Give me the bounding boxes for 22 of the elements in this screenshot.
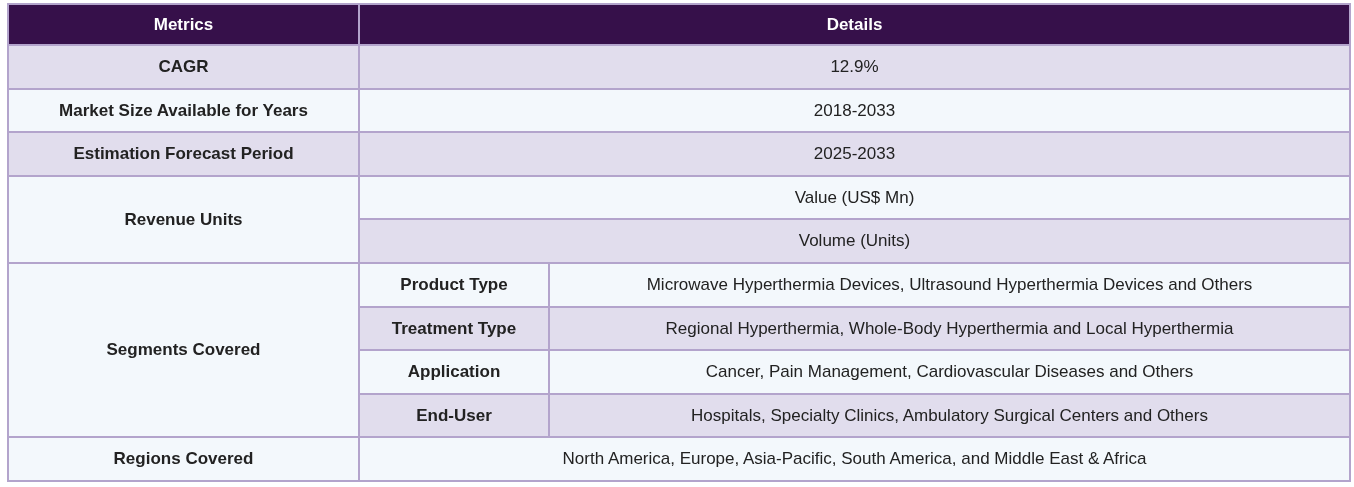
metric-cell: Market Size Available for Years (8, 88, 359, 133)
detail-cell: Hospitals, Specialty Clinics, Ambulatory Surgical Centers and Others (549, 393, 1350, 438)
detail-cell: Cancer, Pain Management, Cardiovascular Diseases and Others (549, 350, 1350, 394)
segment-cell: Treatment Type (359, 306, 549, 351)
detail-cell: 2018-2033 (359, 88, 1350, 133)
detail-cell: Microwave Hyperthermia Devices, Ultrasound Hyperthermia Devices and Others (549, 262, 1350, 307)
detail-cell: Volume (Units) (359, 219, 1350, 263)
segment-cell: Application (359, 350, 549, 394)
metric-cell: CAGR (8, 45, 359, 89)
detail-cell: Regional Hyperthermia, Whole-Body Hyperthermia and Local Hyperthermia (549, 306, 1350, 351)
metric-cell: Revenue Units (8, 175, 359, 263)
detail-cell: 12.9% (359, 45, 1350, 89)
detail-cell: 2025-2033 (359, 132, 1350, 176)
detail-cell: Value (US$ Mn) (359, 175, 1350, 220)
detail-cell: North America, Europe, Asia-Pacific, South America, and Middle East & Africa (359, 437, 1350, 481)
metric-cell: Estimation Forecast Period (8, 132, 359, 176)
segment-cell: Product Type (359, 262, 549, 307)
column-header: Details (359, 4, 1350, 45)
column-header: Metrics (8, 4, 359, 45)
metric-cell: Regions Covered (8, 437, 359, 481)
segment-cell: End-User (359, 393, 549, 438)
metric-cell: Segments Covered (8, 262, 359, 438)
